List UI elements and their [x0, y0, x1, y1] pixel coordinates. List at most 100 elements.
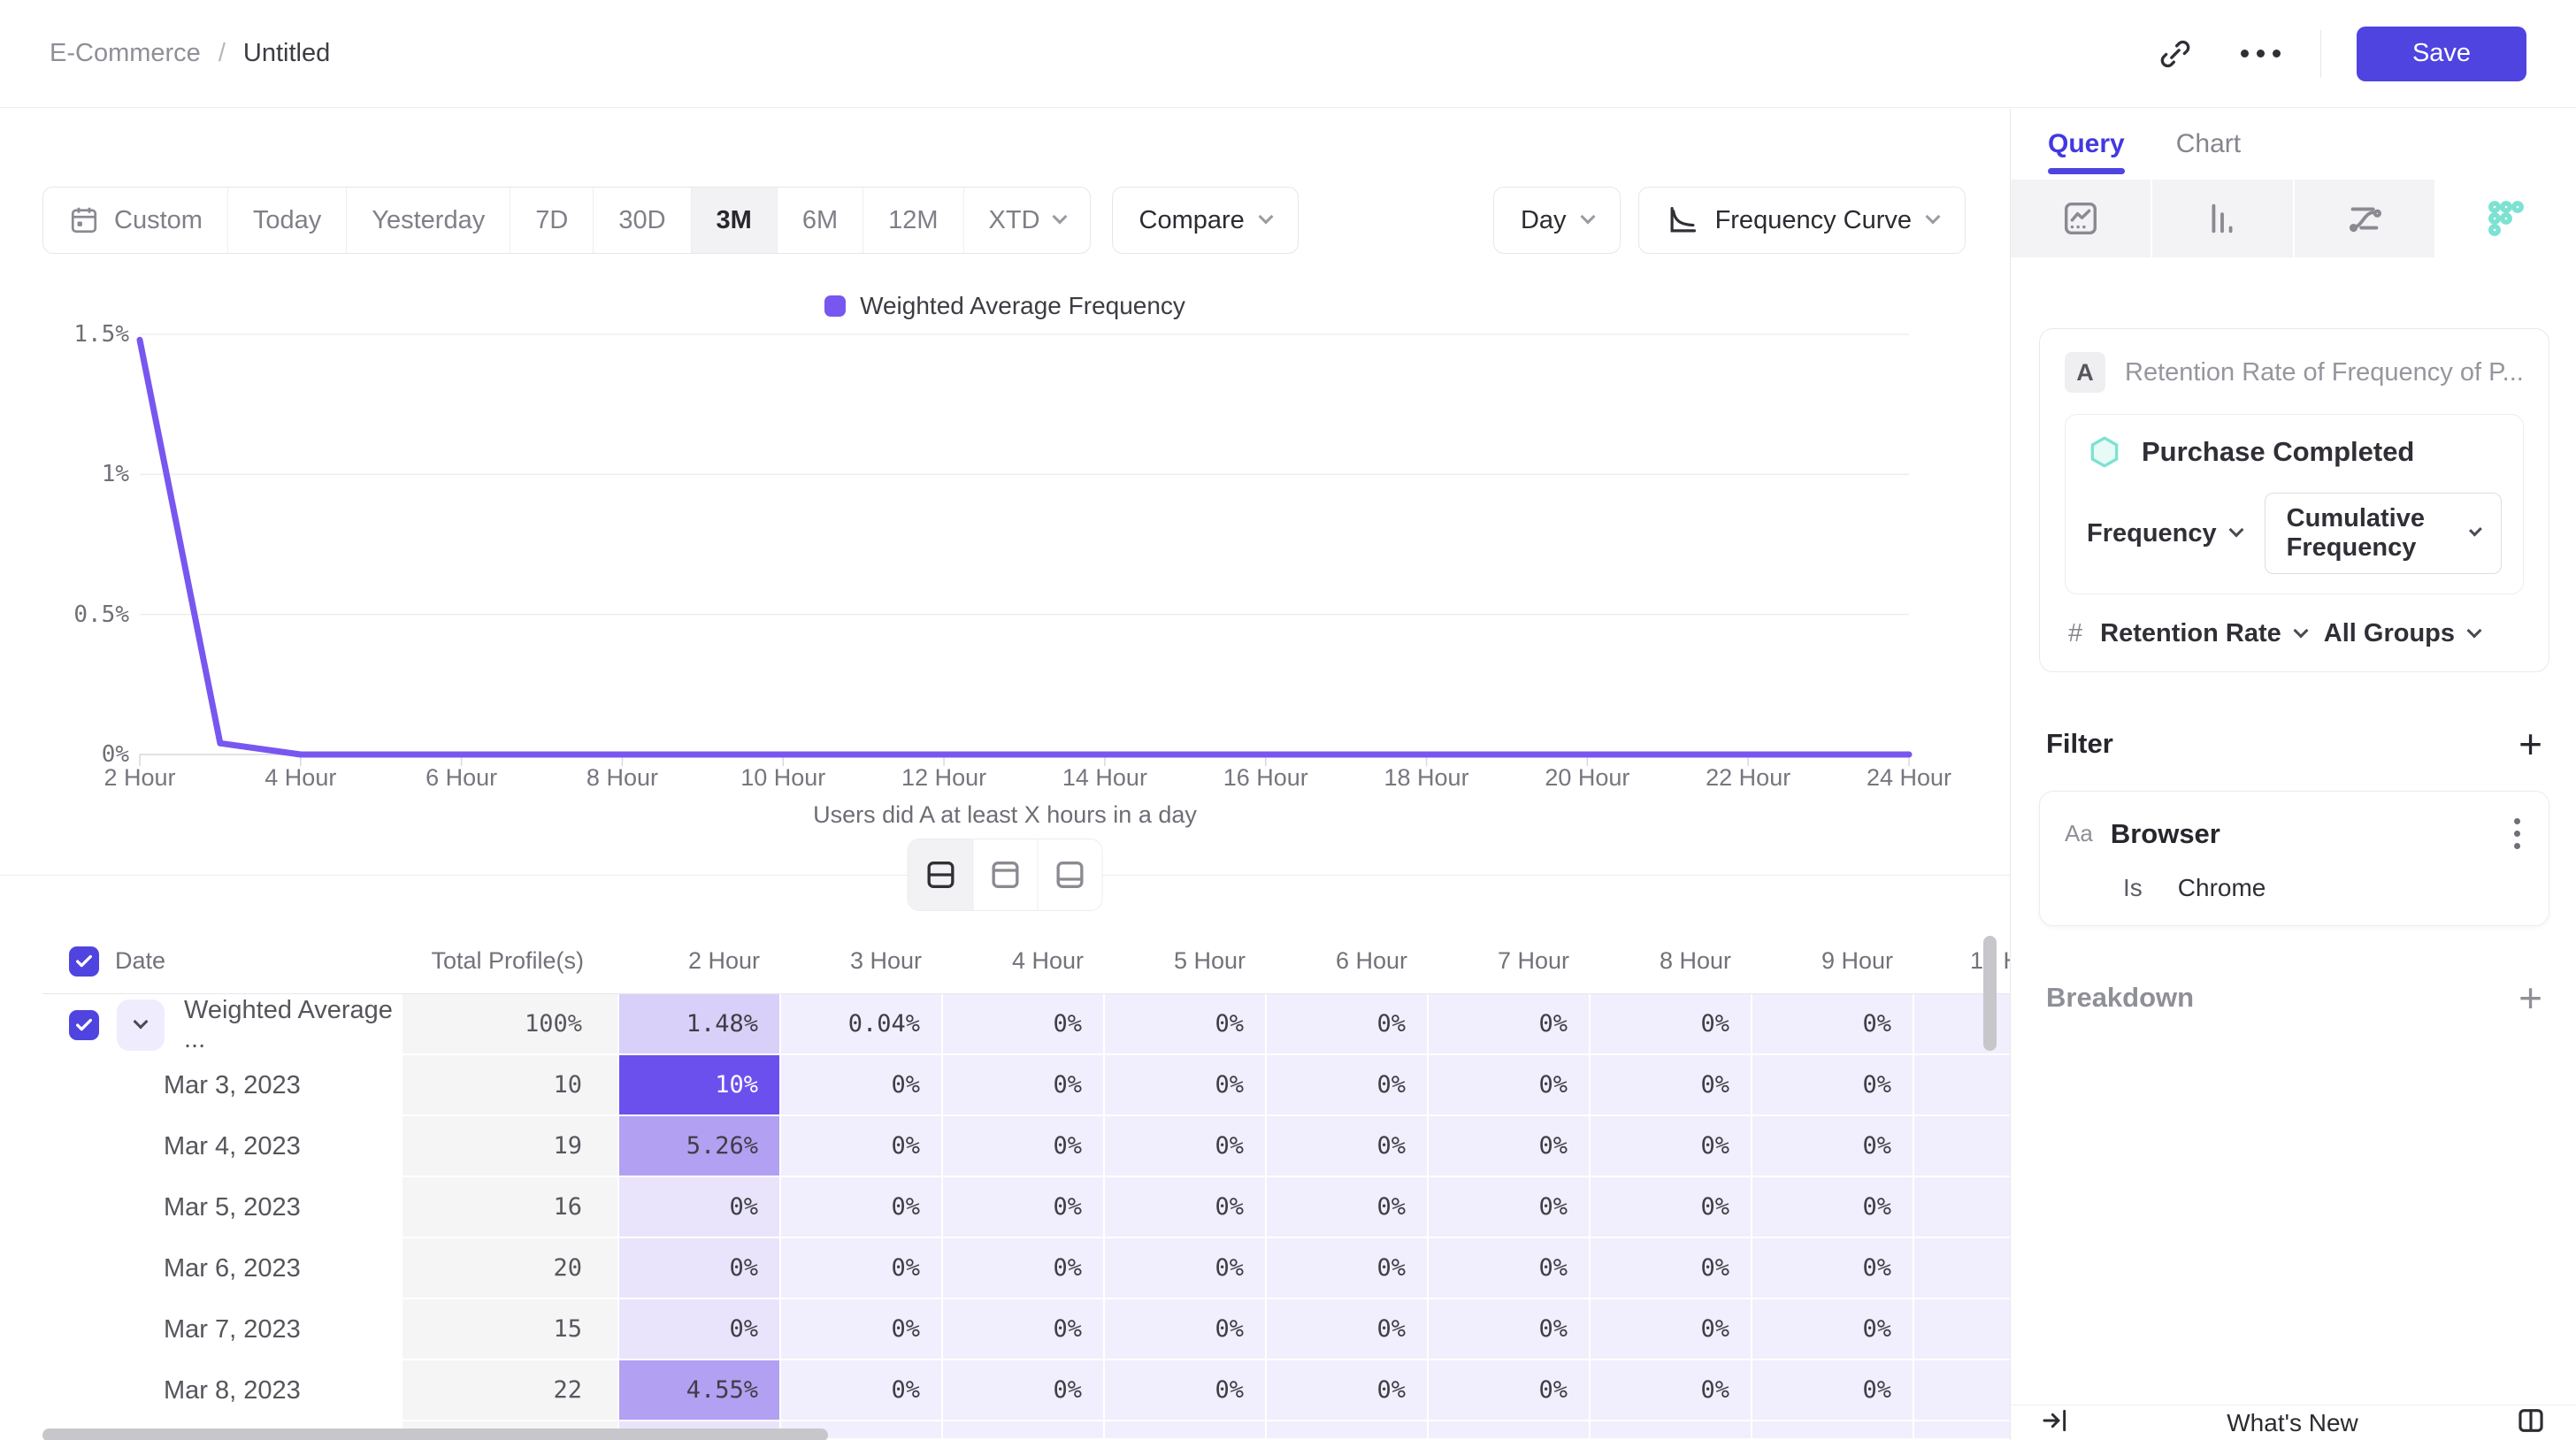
breadcrumb-project[interactable]: E-Commerce — [50, 39, 201, 68]
cell-value[interactable]: 0% — [1914, 1177, 2010, 1238]
cell-value[interactable]: 0% — [1752, 1360, 1914, 1421]
event-name[interactable]: Purchase Completed — [2142, 436, 2414, 468]
cell-value[interactable] — [943, 1421, 1105, 1440]
cell-value[interactable]: 0% — [1429, 1299, 1591, 1360]
cell-value[interactable]: 0% — [1591, 1360, 1752, 1421]
whats-new-link[interactable]: What's New — [2227, 1409, 2358, 1437]
add-breakdown-button[interactable]: + — [2518, 977, 2542, 1018]
chart-type-insights[interactable] — [2011, 180, 2152, 257]
row-date-label[interactable]: Mar 8, 2023 — [42, 1360, 402, 1421]
cell-value[interactable] — [1105, 1421, 1267, 1440]
more-options-button[interactable] — [2235, 29, 2285, 79]
cell-value[interactable]: 0% — [781, 1116, 943, 1177]
save-button[interactable]: Save — [2357, 27, 2526, 81]
cell-value[interactable]: 0% — [1267, 1055, 1429, 1116]
cell-value[interactable]: 0% — [1105, 1177, 1267, 1238]
cell-value[interactable]: 0% — [1914, 1055, 2010, 1116]
cell-value[interactable]: 0% — [1752, 1116, 1914, 1177]
layout-toggle-split[interactable] — [908, 839, 973, 910]
cell-value[interactable]: 0% — [1105, 1116, 1267, 1177]
column-header[interactable]: 5 Hour — [1105, 929, 1267, 993]
cell-value[interactable]: 0% — [1105, 1299, 1267, 1360]
cell-value[interactable]: 0% — [1267, 1299, 1429, 1360]
range-today[interactable]: Today — [227, 188, 346, 253]
range-12m[interactable]: 12M — [862, 188, 962, 253]
page-title[interactable]: Untitled — [243, 39, 330, 68]
cell-value[interactable]: 5.26% — [619, 1116, 781, 1177]
column-header[interactable]: Total Profile(s) — [402, 929, 619, 993]
cell-value[interactable]: 0% — [943, 1116, 1105, 1177]
cell-value[interactable]: 0% — [943, 1238, 1105, 1299]
cell-value[interactable] — [1591, 1421, 1752, 1440]
cell-value[interactable]: 1.48% — [619, 994, 781, 1055]
column-header[interactable]: 3 Hour — [781, 929, 943, 993]
select-all-checkbox[interactable] — [69, 946, 99, 977]
chart-type-retention[interactable] — [2436, 180, 2576, 257]
column-header[interactable]: 8 Hour — [1591, 929, 1752, 993]
cell-value[interactable]: 0.04% — [781, 994, 943, 1055]
range-30d[interactable]: 30D — [593, 188, 690, 253]
cumulative-frequency-dropdown[interactable]: Cumulative Frequency — [2265, 493, 2502, 574]
column-header[interactable]: 6 Hour — [1267, 929, 1429, 993]
cell-value[interactable]: 0% — [943, 994, 1105, 1055]
cell-value[interactable]: 0% — [619, 1299, 781, 1360]
filter-property[interactable]: Browser — [2111, 818, 2220, 850]
cell-value[interactable]: 0% — [781, 1055, 943, 1116]
cell-value[interactable]: 0% — [1267, 1238, 1429, 1299]
cell-value[interactable]: 0% — [1105, 1055, 1267, 1116]
tab-query[interactable]: Query — [2048, 109, 2125, 180]
cell-value[interactable]: 0% — [943, 1360, 1105, 1421]
event-card[interactable]: Purchase Completed Frequency Cumulative … — [2065, 414, 2524, 594]
query-step-card[interactable]: A Retention Rate of Frequency of P... Pu… — [2039, 328, 2549, 672]
filter-value[interactable]: Chrome — [2178, 874, 2266, 902]
horizontal-scrollbar[interactable] — [42, 1429, 828, 1440]
cell-value[interactable] — [1752, 1421, 1914, 1440]
row-date-label[interactable]: Mar 7, 2023 — [42, 1299, 402, 1360]
side-panel-button[interactable] — [2516, 1406, 2546, 1440]
compare-button[interactable]: Compare — [1112, 187, 1299, 254]
cell-value[interactable]: 10% — [619, 1055, 781, 1116]
vertical-scrollbar[interactable] — [1983, 936, 1997, 1051]
groups-dropdown[interactable]: All Groups — [2324, 619, 2480, 648]
copy-link-button[interactable] — [2150, 29, 2200, 79]
filter-card[interactable]: Aa Browser Is Chrome — [2039, 791, 2549, 926]
cell-value[interactable] — [1267, 1421, 1429, 1440]
cell-value[interactable]: 0% — [781, 1177, 943, 1238]
cell-value[interactable]: 0% — [1105, 1360, 1267, 1421]
cell-value[interactable]: 0% — [1105, 994, 1267, 1055]
chart-type-bar[interactable] — [2152, 180, 2294, 257]
cell-value[interactable]: 0% — [1591, 1238, 1752, 1299]
cell-value[interactable]: 0% — [1429, 1360, 1591, 1421]
cell-value[interactable]: 0% — [1267, 994, 1429, 1055]
chart-type-flows[interactable] — [2295, 180, 2436, 257]
cell-value[interactable]: 0% — [781, 1299, 943, 1360]
range-7d[interactable]: 7D — [510, 188, 593, 253]
column-header[interactable]: 7 Hour — [1429, 929, 1591, 993]
cell-value[interactable]: 0% — [943, 1299, 1105, 1360]
cell-value[interactable]: 0% — [943, 1055, 1105, 1116]
row-date-label[interactable]: Mar 4, 2023 — [42, 1116, 402, 1177]
add-filter-button[interactable]: + — [2518, 724, 2542, 764]
row-date-label[interactable]: Mar 3, 2023 — [42, 1055, 402, 1116]
cell-value[interactable]: 0% — [1267, 1360, 1429, 1421]
range-xtd[interactable]: XTD — [963, 188, 1090, 253]
tab-chart[interactable]: Chart — [2176, 109, 2241, 180]
chart-style-dropdown[interactable]: Frequency Curve — [1638, 187, 1966, 254]
cell-value[interactable]: 0% — [1591, 994, 1752, 1055]
cell-value[interactable]: 4.55% — [619, 1360, 781, 1421]
range-6m[interactable]: 6M — [777, 188, 862, 253]
column-header[interactable]: 9 Hour — [1752, 929, 1914, 993]
cell-value[interactable]: 0% — [1914, 1238, 2010, 1299]
cell-value[interactable]: 0% — [1429, 1055, 1591, 1116]
layout-toggle-table[interactable] — [1038, 839, 1102, 910]
cell-value[interactable]: 0% — [1914, 1360, 2010, 1421]
range-3m[interactable]: 3M — [691, 188, 777, 253]
column-header[interactable]: 2 Hour — [619, 929, 781, 993]
cell-value[interactable]: 0% — [619, 1177, 781, 1238]
cell-value[interactable]: 0% — [1752, 1299, 1914, 1360]
range-custom[interactable]: Custom — [43, 188, 227, 253]
frequency-dropdown[interactable]: Frequency — [2087, 519, 2242, 548]
row-date-label[interactable]: Mar 5, 2023 — [42, 1177, 402, 1238]
cell-value[interactable]: 0% — [781, 1360, 943, 1421]
cell-value[interactable]: 0% — [1752, 1238, 1914, 1299]
